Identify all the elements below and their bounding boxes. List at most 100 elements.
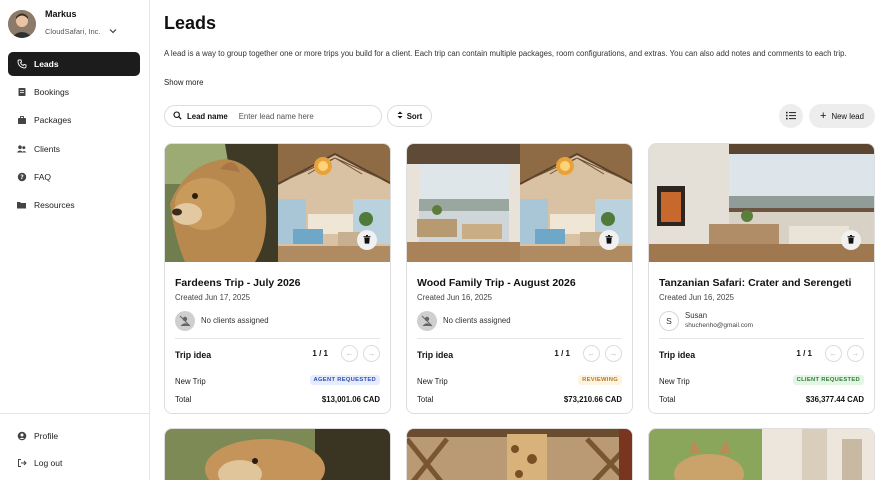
total-value: $36,377.44 CAD <box>805 395 864 404</box>
sidebar-item-label: Log out <box>34 458 63 468</box>
client-avatar: S <box>659 311 679 331</box>
next-trip-button[interactable]: → <box>847 345 864 362</box>
phone-icon <box>16 59 27 70</box>
svg-text:?: ? <box>20 174 24 181</box>
divider <box>417 338 622 339</box>
lead-card-images <box>407 429 632 480</box>
question-icon: ? <box>16 171 27 182</box>
total-value: $73,210.66 CAD <box>563 395 622 404</box>
trip-pager: 1 / 1 ← → <box>796 345 864 362</box>
prev-trip-button[interactable]: ← <box>825 345 842 362</box>
trip-label: Trip idea <box>417 350 454 360</box>
total-value: $13,001.06 CAD <box>321 395 380 404</box>
avatar <box>8 10 36 38</box>
lead-title: Fardeens Trip - July 2026 <box>175 277 301 289</box>
lead-card[interactable] <box>164 428 391 480</box>
lead-card[interactable]: Wood Family Trip - August 2026 Created J… <box>406 143 633 414</box>
sidebar-item-label: Bookings <box>34 87 69 98</box>
sidebar-item-label: FAQ <box>34 171 52 182</box>
lion-photo <box>165 144 278 262</box>
new-lead-button[interactable]: + New lead <box>809 104 875 128</box>
trip-label: Trip idea <box>175 350 212 360</box>
logout-icon <box>16 458 27 469</box>
client-text: No clients assigned <box>201 316 269 325</box>
show-more-link[interactable]: Show more <box>164 78 203 87</box>
trip-pager: 1 / 1 ← → <box>312 345 380 362</box>
arrow-right-icon: → <box>609 349 618 358</box>
delete-button[interactable] <box>357 230 377 250</box>
main-content: Leads A lead is a way to group together … <box>150 0 889 480</box>
lead-card[interactable]: Fardeens Trip - July 2026 Created Jun 17… <box>164 143 391 414</box>
client-row: S Susan shuchenho@gmail.com <box>659 310 753 332</box>
delete-button[interactable] <box>841 230 861 250</box>
sidebar-nav: Leads Bookings Packages Clients ? FAQ Re… <box>8 52 140 221</box>
sidebar-item-logout[interactable]: Log out <box>8 451 140 475</box>
briefcase-icon <box>16 115 27 126</box>
book-icon <box>16 87 27 98</box>
lead-created: Created Jun 16, 2025 <box>659 293 734 302</box>
no-client-icon <box>417 311 437 331</box>
prev-trip-button[interactable]: ← <box>583 345 600 362</box>
trip-pager: 1 / 1 ← → <box>554 345 622 362</box>
lead-card[interactable] <box>648 428 875 480</box>
lead-title: Tanzanian Safari: Crater and Serengeti <box>659 277 852 289</box>
total-label: Total <box>659 395 676 404</box>
sidebar-item-bookings[interactable]: Bookings <box>8 80 140 104</box>
sidebar-item-resources[interactable]: Resources <box>8 193 140 217</box>
client-text: No clients assigned <box>443 316 511 325</box>
trash-icon <box>847 231 855 249</box>
status-badge: CLIENT REQUESTED <box>792 375 864 385</box>
lead-card[interactable] <box>406 428 633 480</box>
lead-card[interactable]: Tanzanian Safari: Crater and Serengeti C… <box>648 143 875 414</box>
client-email: shuchenho@gmail.com <box>685 322 754 329</box>
arrow-left-icon: ← <box>829 349 838 358</box>
no-client-icon <box>175 311 195 331</box>
suite-photo <box>649 144 874 262</box>
search-icon <box>173 107 182 125</box>
client-info: Susan shuchenho@gmail.com <box>685 311 753 331</box>
arrow-right-icon: → <box>367 349 376 358</box>
divider <box>659 338 864 339</box>
profile-icon <box>16 431 27 442</box>
lead-search: Lead name <box>164 105 382 127</box>
trip-name: New Trip <box>417 377 448 386</box>
sort-button[interactable]: Sort <box>387 105 432 127</box>
pager-count: 1 / 1 <box>312 349 328 358</box>
next-trip-button[interactable]: → <box>605 345 622 362</box>
pager-count: 1 / 1 <box>796 349 812 358</box>
trip-name: New Trip <box>659 377 690 386</box>
chevron-down-icon <box>109 20 117 39</box>
delete-button[interactable] <box>599 230 619 250</box>
sidebar-item-packages[interactable]: Packages <box>8 108 140 132</box>
sort-label: Sort <box>406 111 423 121</box>
users-icon <box>16 143 27 154</box>
sidebar-item-faq[interactable]: ? FAQ <box>8 165 140 189</box>
plus-icon: + <box>820 109 827 122</box>
search-input[interactable] <box>238 111 359 121</box>
sidebar-item-clients[interactable]: Clients <box>8 137 140 161</box>
lead-card-images <box>407 144 632 262</box>
client-row: No clients assigned <box>175 310 269 332</box>
next-trip-button[interactable]: → <box>363 345 380 362</box>
list-view-button[interactable] <box>779 104 803 128</box>
prev-trip-button[interactable]: ← <box>341 345 358 362</box>
total-label: Total <box>417 395 434 404</box>
sidebar-item-label: Leads <box>34 59 59 69</box>
sidebar-item-profile[interactable]: Profile <box>8 424 140 448</box>
pager-count: 1 / 1 <box>554 349 570 358</box>
trip-name: New Trip <box>175 377 206 386</box>
account-switcher[interactable]: Markus CloudSafari, Inc. <box>8 8 142 40</box>
sidebar-item-label: Packages <box>34 115 72 126</box>
wildlife-photo <box>649 429 762 480</box>
arrow-left-icon: ← <box>345 349 354 358</box>
divider <box>175 338 380 339</box>
lead-created: Created Jun 16, 2025 <box>417 293 492 302</box>
sidebar-item-leads[interactable]: Leads <box>8 52 140 76</box>
list-icon <box>786 107 796 125</box>
client-name: Susan <box>685 311 708 320</box>
lead-title: Wood Family Trip - August 2026 <box>417 277 576 289</box>
sidebar-item-label: Clients <box>34 143 60 154</box>
total-label: Total <box>175 395 192 404</box>
room-photo <box>761 429 874 480</box>
lead-card-images <box>165 429 390 480</box>
